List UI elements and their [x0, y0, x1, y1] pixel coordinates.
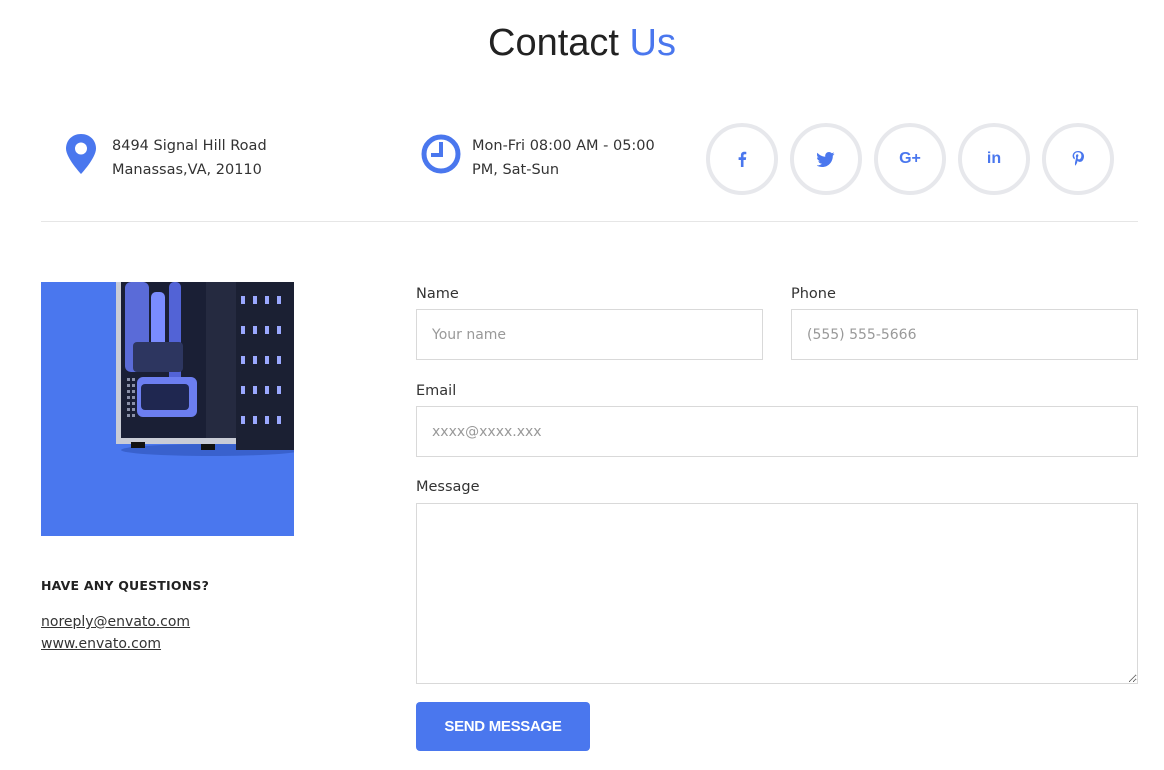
google-plus-icon: G+: [899, 150, 921, 167]
contact-email-link[interactable]: noreply@envato.com: [41, 611, 190, 633]
address-text: 8494 Signal Hill Road Manassas,VA, 20110: [112, 138, 267, 178]
message-label: Message: [416, 479, 480, 495]
facebook-button[interactable]: [706, 123, 778, 195]
clock-icon: [421, 132, 461, 176]
hours-info: Mon-Fri 08:00 AM - 05:00 PM, Sat-Sun: [421, 132, 681, 182]
google-plus-button[interactable]: G+: [874, 123, 946, 195]
linkedin-icon: in: [986, 150, 1002, 167]
email-label: Email: [416, 383, 457, 399]
product-image: [41, 282, 294, 536]
send-message-button[interactable]: SEND MESSAGE: [416, 702, 590, 751]
twitter-button[interactable]: [790, 123, 862, 195]
hours-text: Mon-Fri 08:00 AM - 05:00 PM, Sat-Sun: [472, 138, 655, 178]
linkedin-button[interactable]: in: [958, 123, 1030, 195]
facebook-icon: [738, 151, 747, 167]
contact-info-row: 8494 Signal Hill Road Manassas,VA, 20110…: [41, 120, 1138, 200]
name-input[interactable]: [416, 309, 763, 360]
twitter-icon: [817, 151, 835, 167]
questions-heading: HAVE ANY QUESTIONS?: [41, 578, 210, 593]
page-title-accent: Us: [629, 22, 676, 64]
map-pin-icon: [61, 132, 101, 176]
phone-input[interactable]: [791, 309, 1138, 360]
phone-label: Phone: [791, 286, 836, 302]
page-title: Contact Us: [0, 20, 1164, 66]
page-title-main: Contact: [488, 22, 619, 64]
name-label: Name: [416, 286, 459, 302]
pinterest-icon: [1072, 151, 1084, 166]
pinterest-button[interactable]: [1042, 123, 1114, 195]
social-links: G+ in: [694, 123, 1114, 195]
section-divider: [41, 221, 1138, 222]
email-input[interactable]: [416, 406, 1138, 457]
website-link[interactable]: www.envato.com: [41, 633, 161, 655]
address-info: 8494 Signal Hill Road Manassas,VA, 20110: [61, 132, 361, 182]
message-textarea[interactable]: [416, 503, 1138, 684]
